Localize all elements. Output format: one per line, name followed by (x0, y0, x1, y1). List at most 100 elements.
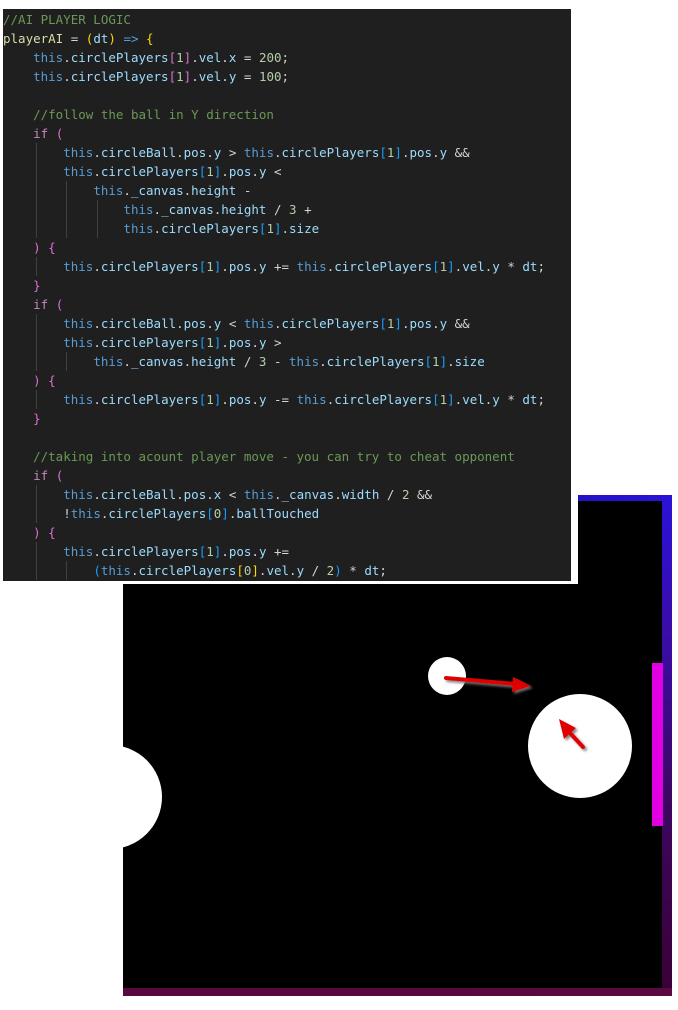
code-token-keyword: this (33, 69, 64, 84)
code-token-op: . (251, 335, 259, 350)
indent-guide (35, 542, 37, 561)
code-token-prop: ballTouched (236, 506, 320, 521)
code-line: this.circlePlayers[1].size (3, 219, 545, 238)
code-token-op: . (221, 69, 229, 84)
indent-guide (35, 333, 37, 352)
code-token-prop: circlePlayers (334, 392, 433, 407)
code-token-prop: _canvas (130, 354, 184, 369)
code-token-b2: { (48, 525, 56, 540)
code-token-b1: ] (251, 563, 259, 578)
code-token-op: . (93, 392, 101, 407)
code-line: playerAI = (dt) => { (3, 29, 545, 48)
code-token-num: 1 (206, 544, 214, 559)
code-token-op: ; (379, 563, 387, 578)
code-token-op: > (221, 145, 244, 160)
code-token-prop: pos (183, 145, 207, 160)
code-token-op: . (273, 145, 282, 160)
code-token-prop: pos (183, 316, 207, 331)
code-token-op: = (63, 31, 86, 46)
code-token-op: . (191, 69, 199, 84)
code-token-num: 3 (289, 202, 297, 217)
code-token-num: 1 (439, 259, 448, 274)
code-line: this._canvas.height - (3, 181, 545, 200)
code-line: this._canvas.height / 3 - this.circlePla… (3, 352, 545, 371)
code-token-op: . (176, 487, 184, 502)
code-token-op: * (499, 392, 523, 407)
code-token-b3: ] (447, 259, 455, 274)
code-token-b2: ) (33, 373, 41, 388)
code-token-op: += (266, 544, 290, 559)
code-token-prop: vel (266, 563, 290, 578)
code-token-op: . (93, 259, 101, 274)
code-token-keyword: this (243, 316, 274, 331)
code-token-prop: size (289, 221, 320, 236)
code-token-op: . (319, 354, 327, 369)
ai-player-velocity-arrow (559, 719, 585, 749)
code-token-op: ; (281, 69, 290, 84)
code-token-op: += (266, 259, 297, 274)
code-token-op: . (63, 69, 71, 84)
code-line: (this.circlePlayers[0].vel.y / 2) * dt; (3, 561, 545, 580)
code-line: ) { (3, 238, 545, 257)
code-token-op: . (93, 164, 101, 179)
indent-guide (35, 485, 37, 504)
code-block: //AI PLAYER LOGIC playerAI = (dt) => { th… (3, 10, 545, 580)
indent-guide (66, 200, 68, 219)
code-line: this.circleBall.pos.y > this.circlePlaye… (3, 143, 545, 162)
code-token-op: / (266, 202, 290, 217)
code-token-op: + (296, 202, 312, 217)
code-token-op: . (251, 544, 259, 559)
code-token-op: . (251, 392, 259, 407)
code-token-prop: y (492, 392, 500, 407)
code-token-op: . (153, 221, 162, 236)
indent-guide (35, 314, 37, 333)
code-token-prop: height (191, 183, 237, 198)
code-token-keyword: this (63, 487, 94, 502)
code-token-prop: circlePlayers (326, 354, 425, 369)
code-line: this.circlePlayers[1].pos.y -= this.circ… (3, 390, 545, 409)
code-token-b2: { (48, 240, 56, 255)
code-token-prop: pos (409, 145, 433, 160)
code-line: if ( (3, 295, 545, 314)
code-line: this.circlePlayers[1].pos.y += (3, 542, 545, 561)
code-token-b3: [ (379, 316, 387, 331)
code-token-prop: vel (198, 69, 222, 84)
indent-guide (35, 504, 37, 523)
code-token-op: . (153, 202, 162, 217)
code-token-op: . (221, 50, 229, 65)
code-token-op: ; (281, 50, 290, 65)
code-token-op: - (266, 354, 290, 369)
code-token-b2: [ (168, 50, 177, 65)
code-token-prop: circlePlayers (334, 259, 433, 274)
code-token-prop: dt (364, 563, 380, 578)
code-token-func: playerAI (3, 31, 64, 46)
code-token-op: - (236, 183, 252, 198)
code-editor[interactable]: //AI PLAYER LOGIC playerAI = (dt) => { th… (3, 9, 571, 581)
code-token-op: = (236, 69, 259, 84)
code-line: this._canvas.height / 3 + (3, 200, 545, 219)
code-token-b1: [ (236, 563, 244, 578)
code-token-comment: //AI PLAYER LOGIC (3, 12, 131, 27)
code-token-keyword: this (93, 183, 124, 198)
code-token-num: 1 (176, 69, 184, 84)
code-token-b2: [ (168, 69, 177, 84)
code-token-op: . (221, 544, 229, 559)
code-token-op: . (281, 221, 290, 236)
code-token-prop: pos (228, 544, 252, 559)
code-token-prop: circlePlayers (70, 69, 169, 84)
code-token-b2: ) (33, 240, 41, 255)
code-token-b2: } (33, 411, 41, 426)
code-token-op: . (432, 145, 440, 160)
code-token-keyword: this (100, 563, 131, 578)
code-token-b3: ] (273, 221, 282, 236)
code-token-b3: ] (394, 145, 402, 160)
